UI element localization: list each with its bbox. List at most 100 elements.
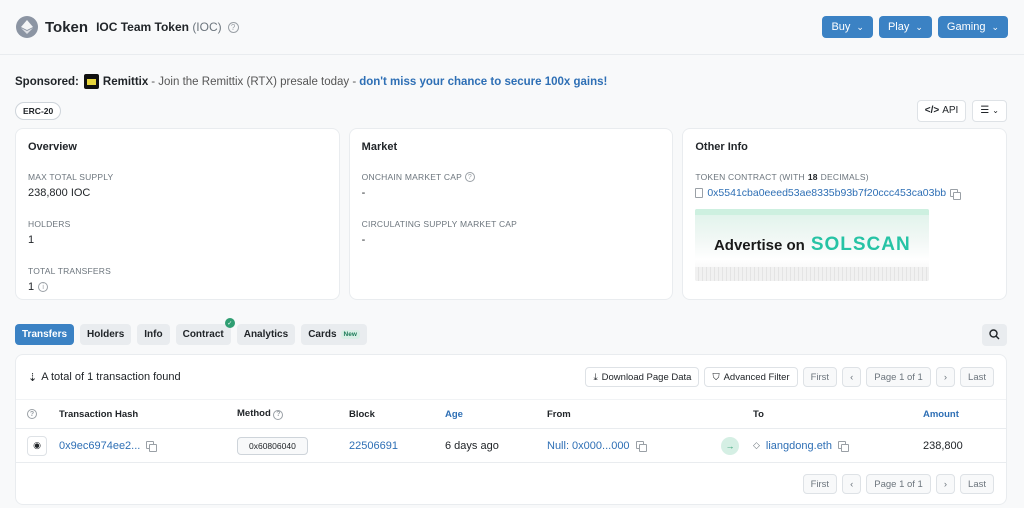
header-hash: Transaction Hash <box>59 408 139 420</box>
to-address-link[interactable]: liangdong.eth <box>766 440 832 452</box>
ad-brand: SOLSCAN <box>810 234 911 255</box>
last-page-button[interactable]: Last <box>960 474 994 494</box>
play-button[interactable]: Play ⌄ <box>878 16 932 38</box>
block-link[interactable]: 22506691 <box>349 440 445 452</box>
token-name: IOC Team Token (IOC) <box>96 20 222 34</box>
max-supply-label: MAX TOTAL SUPPLY <box>28 172 114 182</box>
page-indicator: Page 1 of 1 <box>866 474 931 494</box>
sponsor-brand[interactable]: Remittix <box>103 76 148 88</box>
download-icon: ⤓ <box>593 371 598 383</box>
transaction-hash-link[interactable]: 0x9ec6974ee2... <box>59 440 140 452</box>
other-info-card: Other Info TOKEN CONTRACT (WITH 18 DECIM… <box>682 128 1008 300</box>
sponsor-link[interactable]: don't miss your chance to secure 100x ga… <box>359 76 607 88</box>
token-standard-badge: ERC-20 <box>15 101 62 120</box>
chevron-right-icon: › <box>943 371 948 383</box>
page-header: Token IOC Team Token (IOC) ? Buy ⌄ Play ⌄ … <box>0 0 1024 55</box>
new-badge: New <box>340 330 360 339</box>
chevron-left-icon: ‹ <box>850 371 854 383</box>
header-age[interactable]: Age <box>445 409 547 420</box>
copy-icon[interactable] <box>950 188 962 200</box>
download-button[interactable]: ⤓ Download Page Data <box>585 367 700 387</box>
ethereum-token-icon <box>16 16 38 38</box>
help-icon[interactable]: ? <box>27 409 37 419</box>
circulating-cap-label: CIRCULATING SUPPLY MARKET CAP <box>361 219 518 229</box>
next-page-button[interactable]: › <box>935 367 956 387</box>
api-button[interactable]: </> API <box>916 99 967 122</box>
sponsored-label: Sponsored: <box>15 75 79 88</box>
header-method: Method ? <box>237 408 349 420</box>
overview-card: Overview MAX TOTAL SUPPLY 238,800 IOC HO… <box>15 128 340 300</box>
overview-title: Overview <box>28 141 77 153</box>
max-supply-value: 238,800 IOC <box>28 187 91 199</box>
chevron-down-icon: ⌄ <box>856 21 864 32</box>
contract-icon: ◇ <box>753 440 760 450</box>
solscan-ad-banner[interactable]: Advertise on SOLSCAN <box>695 209 930 281</box>
remittix-logo-icon <box>83 74 99 89</box>
chevron-right-icon: › <box>943 478 948 490</box>
table-row: ◉ 0x9ec6974ee2... 0x60806040 22506691 6 … <box>16 429 1006 463</box>
sponsor-text: - Join the Remittix (RTX) presale today … <box>151 75 357 88</box>
method-badge: 0x60806040 <box>237 436 308 455</box>
contract-address-link[interactable]: 0x5541cba0eeed53ae8335b93b7f20ccc453ca03… <box>707 187 946 199</box>
help-icon[interactable]: ? <box>464 172 475 182</box>
market-title: Market <box>361 141 398 153</box>
prev-page-button[interactable]: ‹ <box>842 474 862 494</box>
verified-check-icon: ✓ <box>224 318 235 328</box>
from-address-link[interactable]: Null: 0x000...000 <box>547 440 630 452</box>
amount-value: 238,800 <box>923 439 963 452</box>
arrow-right-icon: → <box>721 436 739 455</box>
tab-analytics[interactable]: Analytics <box>236 324 296 345</box>
first-page-button[interactable]: First <box>802 367 838 387</box>
tab-cards[interactable]: Cards New <box>301 324 367 345</box>
onchain-cap-label: ONCHAIN MARKET CAP <box>361 172 462 182</box>
tab-transfers[interactable]: Transfers <box>15 324 75 345</box>
advanced-filter-button[interactable]: ⛉ Advanced Filter <box>704 367 798 387</box>
onchain-cap-value: - <box>361 187 366 199</box>
help-icon[interactable]: ? <box>227 21 239 33</box>
page-indicator: Page 1 of 1 <box>866 367 931 387</box>
contract-icon <box>695 188 704 198</box>
transfers-table: ⇣ A total of 1 transaction found ⤓ Downloa… <box>15 354 1007 505</box>
chevron-down-icon: ⌄ <box>991 21 999 32</box>
help-icon[interactable]: ? <box>273 409 284 420</box>
view-details-button[interactable]: ◉ <box>27 435 47 456</box>
age-value: 6 days ago <box>445 439 499 452</box>
code-icon: </> <box>924 105 940 116</box>
buy-button[interactable]: Buy ⌄ <box>822 16 873 38</box>
next-page-button[interactable]: › <box>935 474 956 494</box>
copy-icon[interactable] <box>146 441 158 452</box>
transfers-label: TOTAL TRANSFERS <box>28 266 111 276</box>
holders-value[interactable]: 1 <box>28 234 327 246</box>
page-title: Token <box>45 18 89 36</box>
contract-label: TOKEN CONTRACT (WITH 18 DECIMALS) <box>695 172 869 182</box>
chevron-down-icon: ⌄ <box>992 106 999 115</box>
market-card: Market ONCHAIN MARKET CAP? - CIRCULATING… <box>348 128 674 300</box>
sort-icon: ⇣ <box>28 371 38 384</box>
table-header: ? Transaction Hash Method ? Block Age Fr… <box>16 400 1006 429</box>
info-icon[interactable]: i <box>38 282 49 292</box>
ad-text: Advertise on <box>713 236 805 254</box>
copy-icon[interactable] <box>837 441 849 452</box>
first-page-button[interactable]: First <box>802 474 838 494</box>
tab-contract[interactable]: Contract ✓ <box>175 318 235 345</box>
total-transactions: A total of 1 transaction found <box>41 371 181 383</box>
sponsored-banner: Sponsored: Remittix - Join the Remittix … <box>0 55 1024 95</box>
header-block: Block <box>349 408 375 420</box>
holders-label: HOLDERS <box>28 219 71 229</box>
header-to: To <box>753 408 764 420</box>
search-button[interactable] <box>982 323 1007 346</box>
other-info-title: Other Info <box>695 141 748 153</box>
last-page-button[interactable]: Last <box>960 367 994 387</box>
circulating-cap-value: - <box>361 234 366 246</box>
list-options-button[interactable]: ☰ ⌄ <box>972 99 1007 122</box>
header-amount[interactable]: Amount <box>923 409 1003 420</box>
prev-page-button[interactable]: ‹ <box>842 367 862 387</box>
header-from: From <box>547 408 571 420</box>
tab-holders[interactable]: Holders <box>80 324 132 345</box>
list-icon: ☰ <box>980 105 990 116</box>
tab-info[interactable]: Info <box>137 324 170 345</box>
filter-icon: ⛉ <box>712 371 720 383</box>
copy-icon[interactable] <box>635 441 647 452</box>
chevron-down-icon: ⌄ <box>915 21 923 32</box>
gaming-button[interactable]: Gaming ⌄ <box>937 16 1008 38</box>
